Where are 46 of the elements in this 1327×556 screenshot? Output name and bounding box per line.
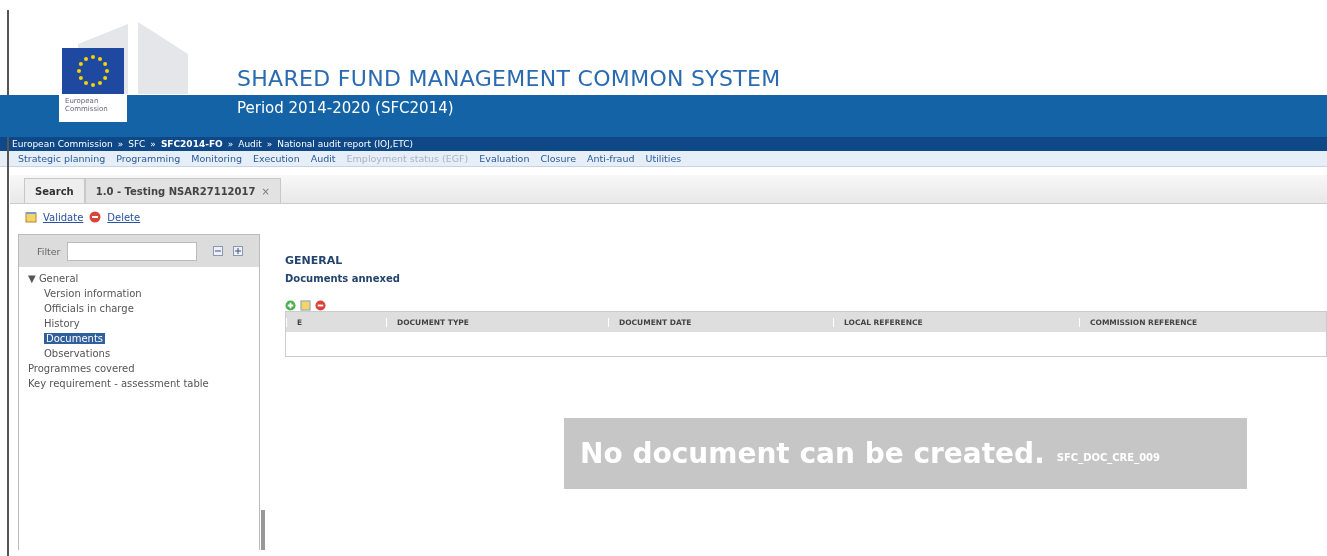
tree-item[interactable]: Version information	[44, 288, 142, 299]
tab[interactable]: Search	[24, 178, 85, 203]
toolbar-link[interactable]: Delete	[107, 211, 141, 223]
tree-item[interactable]: Observations	[44, 348, 111, 359]
menu-item[interactable]: Utilities	[645, 153, 682, 164]
filter-label: Filter	[37, 245, 61, 257]
breadcrumb-link[interactable]: National audit report (IOJ,ETC)	[277, 139, 414, 149]
tree-item[interactable]: History	[44, 318, 80, 329]
message-text: No document can be created.	[580, 437, 1045, 470]
menu-item[interactable]: Monitoring	[191, 153, 243, 164]
message-code: SFC_DOC_CRE_009	[1056, 452, 1161, 463]
collapse-icon[interactable]	[212, 246, 223, 256]
tree-item[interactable]: Key requirement - assessment table	[28, 378, 209, 389]
breadcrumb-separator: »	[117, 139, 124, 149]
breadcrumb-link[interactable]: SFC2014-FO	[160, 139, 223, 149]
menu-item[interactable]: Programming	[116, 153, 181, 164]
toolbar-link[interactable]: Validate	[43, 211, 84, 223]
menu-item[interactable]: Execution	[253, 153, 300, 164]
tree-item[interactable]: ▼ General	[28, 273, 79, 284]
filter-field[interactable]	[66, 241, 197, 261]
breadcrumb-link[interactable]: European Commission	[12, 139, 113, 149]
notepad-icon	[25, 211, 37, 223]
menu-item[interactable]: Closure	[540, 153, 577, 164]
breadcrumb-link[interactable]: SFC	[128, 139, 146, 149]
section-title: GENERAL	[285, 254, 344, 267]
tab[interactable]: 1.0 - Testing NSAR27112017 ×	[84, 178, 281, 203]
period-subtitle: Period 2014-2020 (SFC2014)	[237, 99, 454, 117]
menu-item[interactable]: Audit	[310, 153, 336, 164]
breadcrumb-separator: »	[150, 139, 156, 149]
menu-item[interactable]: Anti-fraud	[587, 153, 635, 164]
breadcrumb-link[interactable]: Audit	[238, 139, 262, 149]
tree-item[interactable]: Officials in charge	[44, 303, 134, 314]
breadcrumb-separator: »	[227, 139, 234, 149]
tree-item[interactable]: Documents	[44, 333, 106, 344]
menu-item[interactable]: Strategic planning	[18, 153, 106, 164]
add-icon[interactable]	[285, 300, 296, 311]
tree-item[interactable]: Programmes covered	[28, 363, 135, 374]
close-icon[interactable]: ×	[261, 185, 270, 197]
remove-icon[interactable]	[315, 300, 326, 311]
expand-icon[interactable]	[232, 246, 243, 256]
breadcrumb-separator: »	[266, 139, 273, 149]
edit-icon[interactable]	[300, 300, 311, 311]
app-title: SHARED FUND MANAGEMENT COMMON SYSTEM	[237, 66, 781, 91]
menu-item[interactable]: Evaluation	[479, 153, 530, 164]
delete-icon	[89, 211, 102, 223]
section-subtitle: Documents annexed	[285, 273, 401, 284]
